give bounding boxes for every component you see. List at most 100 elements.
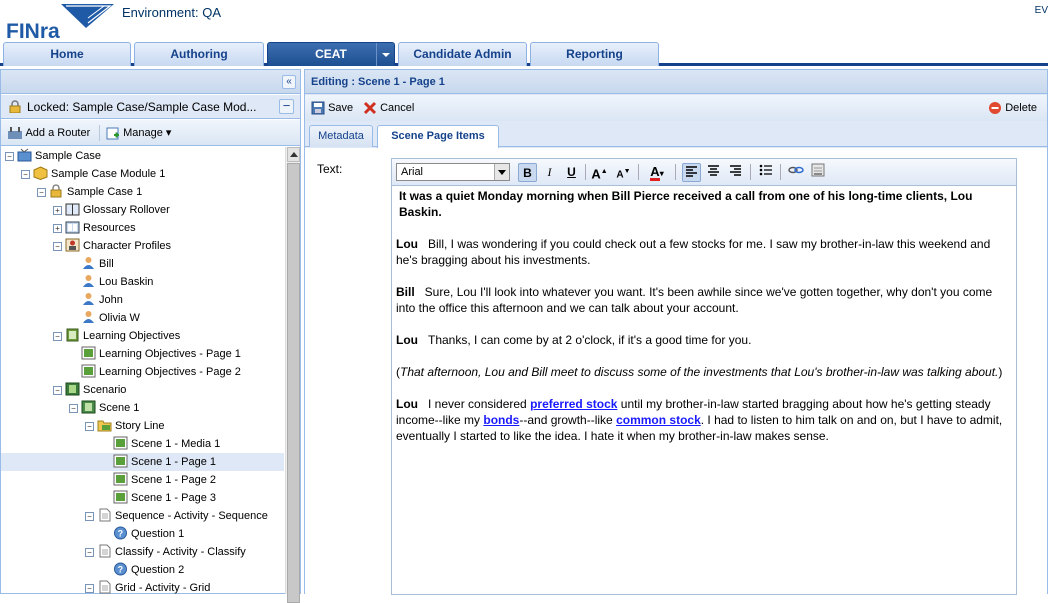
collapse-icon: − <box>53 331 62 341</box>
tree-node[interactable]: − Scene 1 <box>69 399 139 417</box>
source-edit-icon[interactable] <box>808 163 827 182</box>
tab-candidate-admin[interactable]: Candidate Admin <box>398 42 527 66</box>
tree-node[interactable]: − Scenario <box>53 381 126 399</box>
tree-node[interactable]: ? Question 1 <box>113 525 184 543</box>
page-icon <box>113 472 128 486</box>
grow-font-icon[interactable]: A▲ <box>590 163 609 182</box>
tree-node[interactable]: Learning Objectives - Page 1 <box>81 345 241 363</box>
manage-icon <box>106 127 119 140</box>
tree-label: Grid - Activity - Grid <box>115 582 211 594</box>
tab-reporting[interactable]: Reporting <box>530 42 659 66</box>
tab-metadata[interactable]: Metadata <box>309 125 373 147</box>
lock-bar: Locked: Sample Case/Sample Case Mod... − <box>1 95 300 119</box>
dialogue-text: Thanks, I can come by at 2 o'clock, if i… <box>428 333 752 347</box>
aside-paragraph: (That afternoon, Lou and Bill meet to di… <box>396 364 1012 380</box>
tree-label: Olivia W <box>99 312 140 324</box>
tree-node[interactable]: Bill <box>81 255 114 273</box>
align-center-icon[interactable] <box>704 163 723 182</box>
collapse-icon: − <box>5 151 14 161</box>
main-nav: Home Authoring CEAT Candidate Admin Repo… <box>0 42 1048 66</box>
glossary-link-common-stock[interactable]: common stock <box>616 413 701 427</box>
tree-scrollbar[interactable] <box>285 147 300 603</box>
tree-node[interactable]: Lou Baskin <box>81 273 153 291</box>
shrink-font-icon[interactable]: A▼ <box>614 163 633 182</box>
tab-ceat-label: CEAT <box>315 47 347 61</box>
tree-node[interactable]: − Learning Objectives <box>53 327 180 345</box>
rich-text-editor[interactable]: Arial B I U A▲ A▼ A▾ It was a quiet Mond… <box>391 158 1017 595</box>
tree-node[interactable]: John <box>81 291 123 309</box>
tree-label: Sample Case 1 <box>67 186 143 198</box>
manage-button[interactable]: Manage ▾ <box>99 125 171 141</box>
align-left-icon[interactable] <box>682 163 701 182</box>
editor-tabs: Metadata Scene Page Items <box>305 123 1047 148</box>
link-icon[interactable] <box>786 163 805 182</box>
tree-label: Sample Case <box>35 150 102 162</box>
save-button[interactable]: Save <box>311 100 353 116</box>
tree-node[interactable]: ? Question 2 <box>113 561 184 579</box>
italic-button[interactable]: I <box>540 163 559 182</box>
separator <box>675 164 676 180</box>
dialogue-text: I never considered <box>428 397 531 411</box>
lock-text: Locked: Sample Case/Sample Case Mod... <box>27 100 257 114</box>
tree-node[interactable]: Olivia W <box>81 309 140 327</box>
editor-toolbar: Save Cancel Delete <box>305 95 1047 121</box>
unlock-button[interactable]: − <box>279 99 294 114</box>
scroll-up-arrow[interactable] <box>287 147 300 162</box>
tree-label: Scene 1 - Page 3 <box>131 492 217 504</box>
tree-node[interactable]: − Character Profiles <box>53 237 171 255</box>
cancel-button[interactable]: Cancel <box>363 100 414 116</box>
glossary-link-preferred-stock[interactable]: preferred stock <box>530 397 617 411</box>
user-initials[interactable]: EV <box>1035 5 1048 16</box>
tree-node[interactable]: − Sample Case <box>5 147 101 165</box>
collapse-panel-button[interactable]: « <box>282 75 296 89</box>
bold-button[interactable]: B <box>518 163 537 182</box>
editor-panel: Editing : Scene 1 - Page 1 Save Cancel D… <box>304 69 1048 595</box>
tree-node[interactable]: − Story Line <box>85 417 165 435</box>
tab-home[interactable]: Home <box>3 42 131 66</box>
tree-node[interactable]: − Sample Case Module 1 <box>21 165 165 183</box>
add-router-label: Add a Router <box>25 127 91 139</box>
tree-label: Question 2 <box>131 564 185 576</box>
chevron-down-icon[interactable] <box>376 43 394 66</box>
editor-content[interactable]: It was a quiet Monday morning when Bill … <box>393 187 1015 461</box>
collapse-icon: − <box>85 421 94 431</box>
tree-label: Story Line <box>115 420 165 432</box>
tree-node[interactable]: − Grid - Activity - Grid <box>85 579 210 594</box>
tree-label: Learning Objectives <box>83 330 181 342</box>
film-icon <box>65 382 80 396</box>
expand-icon: + <box>53 223 62 233</box>
tree-node[interactable]: − Classify - Activity - Classify <box>85 543 246 561</box>
tree-node[interactable]: − Sample Case 1 <box>37 183 142 201</box>
tree-node[interactable]: Learning Objectives - Page 2 <box>81 363 241 381</box>
formatting-toolbar: Arial B I U A▲ A▼ A▾ <box>392 159 1016 186</box>
speaker-name: Lou <box>396 237 418 251</box>
document-icon <box>99 580 111 594</box>
tree-node-selected[interactable]: Scene 1 - Page 1 <box>1 453 284 471</box>
tree-label: John <box>99 294 123 306</box>
tab-scene-page-items[interactable]: Scene Page Items <box>377 125 499 148</box>
bullet-list-icon[interactable] <box>756 163 775 182</box>
svg-text:?: ? <box>118 565 124 575</box>
tree-node[interactable]: Scene 1 - Page 2 <box>113 471 216 489</box>
tab-ceat[interactable]: CEAT <box>267 42 395 66</box>
delete-button[interactable]: Delete <box>988 100 1037 116</box>
save-label: Save <box>328 102 354 114</box>
font-color-icon[interactable]: A▾ <box>644 163 670 182</box>
user-icon <box>83 311 94 324</box>
tree-node[interactable]: Scene 1 - Page 3 <box>113 489 216 507</box>
folder-icon <box>97 420 112 432</box>
tree-node[interactable]: − Sequence - Activity - Sequence <box>85 507 268 525</box>
tree-label: Learning Objectives - Page 1 <box>99 348 241 360</box>
align-right-icon[interactable] <box>726 163 745 182</box>
tree-node[interactable]: + Resources <box>53 219 136 237</box>
separator <box>585 164 586 180</box>
font-family-select[interactable]: Arial <box>396 163 510 181</box>
delete-icon <box>989 102 1002 115</box>
add-router-button[interactable]: Add a Router <box>7 125 90 141</box>
glossary-link-bonds[interactable]: bonds <box>483 413 519 427</box>
scroll-thumb[interactable] <box>287 163 300 603</box>
underline-button[interactable]: U <box>562 163 581 182</box>
tree-node[interactable]: Scene 1 - Media 1 <box>113 435 220 453</box>
tab-authoring[interactable]: Authoring <box>134 42 264 66</box>
tree-node[interactable]: + Glossary Rollover <box>53 201 170 219</box>
